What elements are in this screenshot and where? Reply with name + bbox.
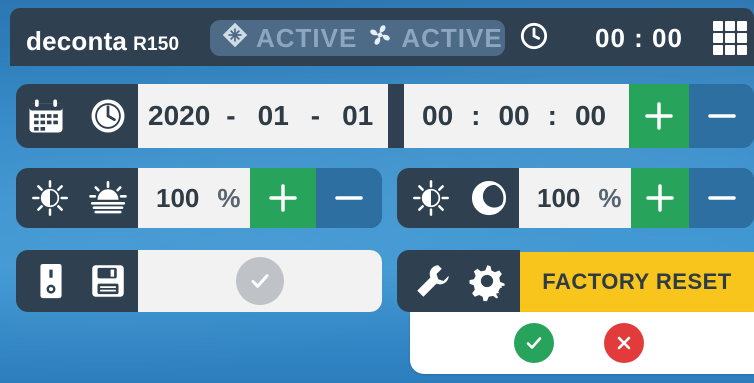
status-text-1: ACTIVE (256, 22, 358, 53)
brightness-day-value: 100 (156, 182, 200, 213)
brightness-day-plus-button[interactable] (250, 168, 316, 228)
moon-icon (461, 168, 517, 228)
brand-logo: deconta R150 (26, 26, 179, 57)
brightness-day-unit: % (217, 182, 241, 213)
status-pill: ACTIVE ACTIVE (210, 20, 505, 56)
sunset-icon (80, 168, 136, 228)
date-sep-2: - (310, 100, 321, 131)
datetime-plus-button[interactable] (629, 84, 689, 148)
minus-icon (335, 196, 363, 200)
brightness-night-field[interactable]: 100 % (519, 168, 631, 228)
brand-name: deconta (26, 26, 128, 56)
cancel-button[interactable] (604, 323, 644, 363)
factory-panel (397, 250, 520, 312)
save-panel (16, 250, 382, 312)
status-active-snow: ACTIVE (222, 22, 357, 55)
brightness-day-field[interactable]: 100 % (138, 168, 250, 228)
brightness-night-value: 100 (537, 182, 581, 213)
plus-icon (646, 184, 674, 212)
time-hours: 00 (422, 100, 454, 131)
fan-icon (367, 22, 393, 55)
datetime-minus-button[interactable] (689, 84, 754, 148)
brightness-icon (22, 168, 78, 228)
grid-menu-icon[interactable] (713, 21, 747, 55)
clock-icon (78, 84, 138, 148)
floppy-disk-icon (80, 250, 136, 312)
brightness-day-minus-button[interactable] (316, 168, 382, 228)
check-icon (526, 337, 542, 349)
clock-icon (520, 22, 548, 50)
brightness-night-minus-button[interactable] (689, 168, 754, 228)
plus-icon (269, 184, 297, 212)
brightness-night-plus-button[interactable] (631, 168, 689, 228)
time-seconds: 00 (574, 100, 607, 131)
switch-icon (26, 250, 76, 312)
date-year: 2020 (148, 100, 211, 131)
cancel-icon (617, 336, 631, 350)
confirm-button[interactable] (514, 323, 554, 363)
minus-icon (707, 196, 736, 200)
status-text-2: ACTIVE (401, 22, 503, 53)
calendar-icon (16, 84, 76, 148)
time-minutes: 00 (498, 100, 530, 131)
time-sep-2: : (547, 100, 557, 131)
confirm-strip (410, 312, 754, 374)
check-icon[interactable] (236, 257, 284, 305)
minus-icon (707, 114, 736, 118)
plus-icon (645, 102, 673, 130)
datetime-panel: 2020 - 01 - 01 00 : 00 : 00 (16, 84, 754, 148)
wrench-icon (405, 250, 461, 312)
brightness-icon (403, 168, 459, 228)
date-day: 01 (342, 100, 374, 131)
date-sep-1: - (226, 100, 236, 131)
save-field[interactable] (138, 250, 382, 312)
factory-reset-button[interactable]: FACTORY RESET (520, 252, 754, 312)
time-field[interactable]: 00 : 00 : 00 (404, 84, 629, 148)
time-sep-1: : (471, 100, 481, 131)
brightness-night-unit: % (598, 182, 622, 213)
brightness-day-panel: 100 % (16, 168, 382, 228)
date-field[interactable]: 2020 - 01 - 01 (138, 84, 388, 148)
gear-icon (459, 250, 515, 312)
header-time: 00 : 00 (595, 23, 683, 53)
date-month: 01 (257, 100, 289, 131)
top-bar: deconta R150 ACTIVE ACTIVE 00: 00 (10, 8, 754, 66)
status-active-fan: ACTIVE (367, 22, 502, 55)
brightness-night-panel: 100 % (397, 168, 754, 228)
brand-model: R150 (133, 34, 180, 55)
snowflake-icon (222, 22, 248, 55)
